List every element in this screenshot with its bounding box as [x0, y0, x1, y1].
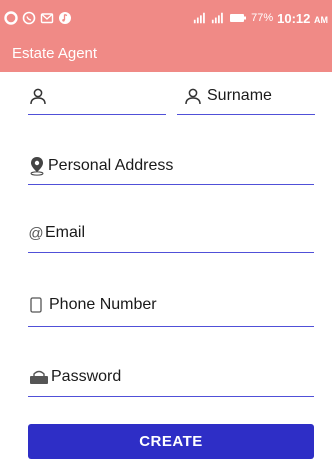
- phone-placeholder: Phone Number: [49, 296, 157, 313]
- location-pin-icon: [28, 156, 46, 176]
- clock: 10:12 AM: [277, 11, 328, 26]
- opera-icon: [4, 11, 18, 25]
- mail-icon: [40, 13, 54, 24]
- app-title: Estate Agent: [12, 45, 98, 62]
- user-icon: [183, 86, 203, 106]
- app-bar: Estate Agent: [0, 37, 332, 72]
- notification-icons: [4, 8, 72, 28]
- phone-icon: [28, 295, 44, 315]
- at-icon: @: [28, 224, 44, 242]
- music-icon: [59, 12, 71, 24]
- battery-icon: [230, 14, 247, 22]
- address-placeholder: Personal Address: [48, 157, 174, 174]
- address-field[interactable]: Personal Address: [28, 148, 314, 185]
- surname-field[interactable]: Surname: [177, 78, 315, 115]
- password-field[interactable]: Password: [28, 358, 314, 397]
- signal-icon: [193, 12, 205, 24]
- status-bar: 77% 10:12 AM: [0, 0, 332, 37]
- clock-time: 10:12: [277, 10, 311, 26]
- phone-field[interactable]: Phone Number: [28, 284, 314, 327]
- create-button[interactable]: CREATE: [28, 424, 314, 459]
- lock-icon: [28, 367, 50, 387]
- email-placeholder: Email: [45, 224, 86, 241]
- clock-ampm: AM: [314, 14, 328, 25]
- first-name-field[interactable]: [28, 78, 166, 115]
- battery-percent: 77%: [251, 12, 274, 24]
- email-field[interactable]: @ Email: [28, 214, 314, 253]
- whatsapp-icon: [22, 11, 36, 25]
- surname-placeholder: Surname: [207, 87, 272, 104]
- signal-icon: [211, 12, 223, 24]
- password-placeholder: Password: [51, 368, 122, 385]
- user-icon: [28, 86, 48, 106]
- system-status: 77% 10:12 AM: [193, 8, 328, 28]
